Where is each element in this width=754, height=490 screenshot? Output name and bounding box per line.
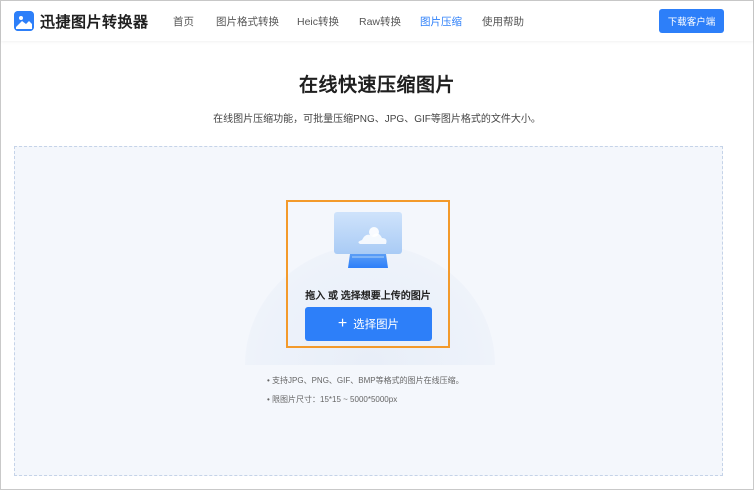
note-supported-formats: • 支持JPG、PNG、GIF、BMP等格式的图片在线压缩。 [267,376,464,385]
top-header: 迅捷图片转换器 首页 图片格式转换 Heic转换 Raw转换 图片压缩 使用帮助… [1,1,753,41]
select-image-button[interactable]: + 选择图片 [305,307,432,341]
drop-hint-text: 拖入 或 选择想要上传的图片 [305,291,431,302]
plus-icon: + [337,315,348,332]
page-title: 在线快速压缩图片 [298,75,455,96]
nav-item-image-compress[interactable]: 图片压缩 [420,14,462,29]
nav-item-home[interactable]: 首页 [173,14,194,29]
download-client-button[interactable]: 下载客户端 [659,9,724,33]
nav-item-help[interactable]: 使用帮助 [482,14,524,29]
nav-item-format-convert[interactable]: 图片格式转换 [216,14,279,29]
upload-notes: • 支持JPG、PNG、GIF、BMP等格式的图片在线压缩。 • 限图片尺寸：1… [267,371,464,409]
note-size-limit: • 限图片尺寸：15*15 ~ 5000*5000px [267,395,398,404]
select-image-label: 选择图片 [353,319,400,331]
logo-text: 迅捷图片转换器 [40,13,149,31]
nav-item-raw-convert[interactable]: Raw转换 [359,14,401,29]
nav-item-heic-convert[interactable]: Heic转换 [297,14,339,29]
app-logo[interactable]: 迅捷图片转换器 [14,11,149,31]
image-upload-illustration [334,212,402,268]
image-icon [14,11,34,31]
page-subtitle: 在线图片压缩功能，可批量压缩PNG、JPG、GIF等图片格式的文件大小。 [213,114,541,125]
